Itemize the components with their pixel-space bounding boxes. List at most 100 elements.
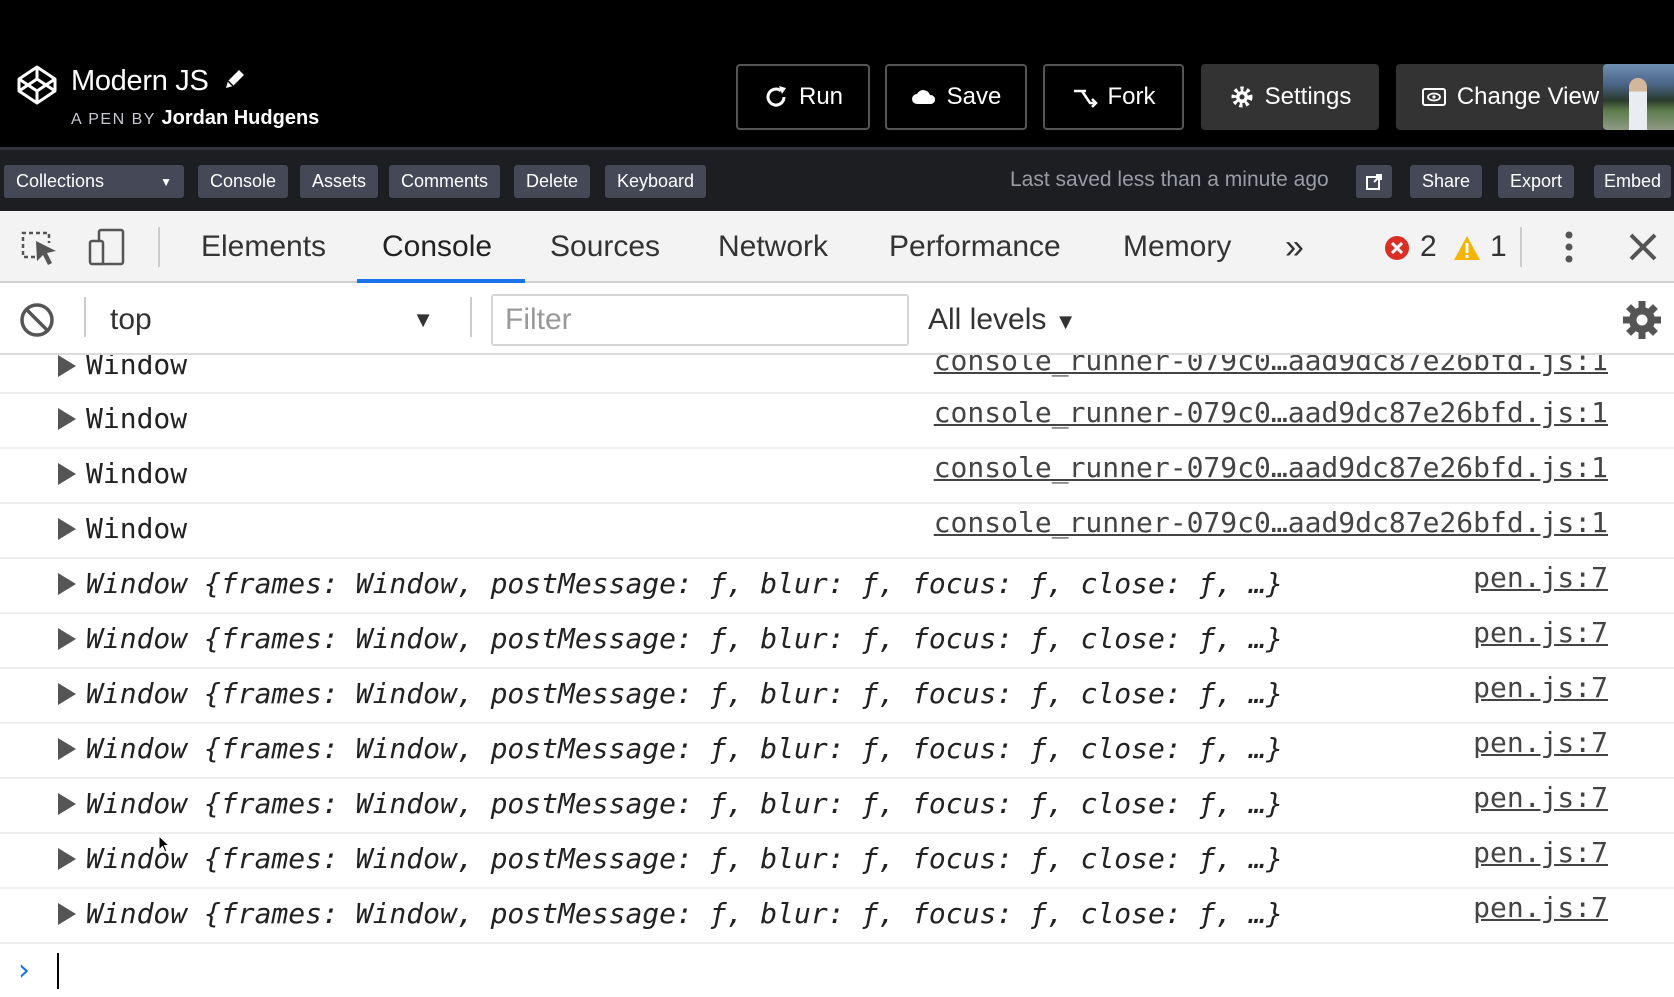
change-view-button[interactable]: Change View	[1396, 64, 1624, 130]
console-message[interactable]: Window {frames: Window, postMessage: ƒ, …	[0, 889, 1674, 944]
embed-button[interactable]: Embed	[1594, 165, 1672, 198]
tab-memory[interactable]: Memory	[1123, 211, 1231, 283]
change-view-label: Change View	[1456, 83, 1600, 110]
pen-title[interactable]: Modern JS	[71, 63, 248, 99]
toolbar-divider	[158, 227, 160, 267]
keyboard-button[interactable]: Keyboard	[605, 165, 707, 198]
pencil-icon[interactable]	[222, 66, 248, 92]
expand-triangle-icon[interactable]	[58, 683, 76, 705]
kebab-menu-icon[interactable]	[1549, 227, 1589, 267]
expand-triangle-icon[interactable]	[58, 903, 76, 925]
message-source-link[interactable]: pen.js:7	[1473, 561, 1608, 594]
save-button[interactable]: Save	[885, 64, 1027, 130]
message-text: Window {frames: Window, postMessage: ƒ, …	[86, 842, 1283, 875]
expand-triangle-icon[interactable]	[58, 355, 76, 377]
message-text: Window	[86, 355, 188, 381]
console-message[interactable]: Window console_runner-079c0…aad9dc87e26b…	[0, 449, 1674, 504]
message-source-link[interactable]: pen.js:7	[1473, 616, 1608, 649]
delete-button[interactable]: Delete	[514, 165, 591, 198]
console-message[interactable]: Window {frames: Window, postMessage: ƒ, …	[0, 614, 1674, 669]
device-toggle-icon[interactable]	[87, 227, 127, 267]
warning-icon[interactable]	[1453, 234, 1481, 262]
console-button[interactable]: Console	[198, 165, 289, 198]
expand-triangle-icon[interactable]	[58, 408, 76, 430]
fork-button[interactable]: Fork	[1043, 64, 1184, 130]
codepen-logo-icon[interactable]	[16, 64, 58, 106]
message-text: Window	[86, 512, 188, 545]
run-label: Run	[798, 83, 844, 110]
context-select[interactable]: top ▼	[94, 295, 454, 345]
error-count[interactable]: 2	[1420, 211, 1437, 283]
error-icon[interactable]	[1384, 235, 1410, 261]
message-text: Window {frames: Window, postMessage: ƒ, …	[86, 567, 1283, 600]
author-link[interactable]: Jordan Hudgens	[161, 107, 319, 129]
expand-triangle-icon[interactable]	[58, 518, 76, 540]
message-source-link[interactable]: pen.js:7	[1473, 836, 1608, 869]
avatar[interactable]	[1603, 64, 1674, 130]
pen-title-text: Modern JS	[71, 65, 209, 97]
eye-window-icon	[1421, 88, 1446, 106]
console-message[interactable]: Window {frames: Window, postMessage: ƒ, …	[0, 724, 1674, 779]
open-external-button[interactable]	[1356, 165, 1392, 198]
console-message[interactable]: Window console_runner-079c0…aad9dc87e26b…	[0, 394, 1674, 449]
expand-triangle-icon[interactable]	[58, 848, 76, 870]
more-tabs-button[interactable]: »	[1285, 211, 1304, 283]
codepen-toolbar: Collections ▼ Console Assets Comments De…	[0, 147, 1674, 211]
message-source-link[interactable]: pen.js:7	[1473, 781, 1608, 814]
tab-elements[interactable]: Elements	[201, 211, 326, 283]
tab-performance[interactable]: Performance	[889, 211, 1061, 283]
pen-byline: A PEN BY Jordan Hudgens	[71, 106, 319, 132]
console-settings-icon[interactable]	[1622, 300, 1662, 340]
filter-input[interactable]	[491, 294, 909, 346]
toolbar-divider	[1520, 227, 1522, 267]
expand-triangle-icon[interactable]	[58, 793, 76, 815]
warning-count[interactable]: 1	[1490, 211, 1507, 283]
tab-sources[interactable]: Sources	[550, 211, 660, 283]
message-text: Window	[86, 402, 188, 435]
tab-console[interactable]: Console	[382, 211, 492, 283]
expand-triangle-icon[interactable]	[58, 463, 76, 485]
tab-network[interactable]: Network	[718, 211, 828, 283]
console-message[interactable]: Window console_runner-079c0…aad9dc87e26b…	[0, 504, 1674, 559]
message-text: Window {frames: Window, postMessage: ƒ, …	[86, 732, 1283, 765]
inspect-element-icon[interactable]	[19, 227, 59, 267]
mouse-pointer-icon	[158, 835, 170, 853]
export-button[interactable]: Export	[1498, 165, 1575, 198]
log-levels-select[interactable]: All levels ▼	[928, 295, 1077, 345]
message-source-link[interactable]: console_runner-079c0…aad9dc87e26bfd.js:1	[934, 506, 1608, 539]
saved-status: Last saved less than a minute ago	[1010, 168, 1329, 191]
settings-button[interactable]: Settings	[1201, 64, 1379, 130]
message-source-link[interactable]: console_runner-079c0…aad9dc87e26bfd.js:1	[934, 355, 1608, 377]
log-levels-value: All levels	[928, 303, 1047, 336]
console-message[interactable]: Window console_runner-079c0…aad9dc87e26b…	[0, 355, 1674, 394]
context-value: top	[110, 303, 152, 336]
console-message[interactable]: Window {frames: Window, postMessage: ƒ, …	[0, 669, 1674, 724]
assets-button[interactable]: Assets	[300, 165, 379, 198]
close-icon[interactable]	[1623, 227, 1663, 267]
expand-triangle-icon[interactable]	[58, 573, 76, 595]
message-text: Window {frames: Window, postMessage: ƒ, …	[86, 787, 1283, 820]
run-button[interactable]: Run	[736, 64, 870, 130]
collections-label: Collections	[16, 171, 105, 191]
message-source-link[interactable]: pen.js:7	[1473, 891, 1608, 924]
expand-triangle-icon[interactable]	[58, 628, 76, 650]
clear-console-icon[interactable]	[17, 300, 57, 340]
expand-triangle-icon[interactable]	[58, 738, 76, 760]
comments-button[interactable]: Comments	[389, 165, 501, 198]
console-prompt[interactable]: ›	[0, 945, 1674, 997]
console-message[interactable]: Window {frames: Window, postMessage: ƒ, …	[0, 834, 1674, 889]
message-source-link[interactable]: pen.js:7	[1473, 671, 1608, 704]
console-message[interactable]: Window {frames: Window, postMessage: ƒ, …	[0, 559, 1674, 614]
settings-label: Settings	[1264, 83, 1352, 110]
share-button[interactable]: Share	[1410, 165, 1483, 198]
fork-icon	[1073, 89, 1098, 108]
console-message[interactable]: Window {frames: Window, postMessage: ƒ, …	[0, 779, 1674, 834]
message-source-link[interactable]: console_runner-079c0…aad9dc87e26bfd.js:1	[934, 396, 1608, 429]
save-label: Save	[946, 83, 1002, 110]
message-source-link[interactable]: pen.js:7	[1473, 726, 1608, 759]
devtools-tabbar: Elements Console Sources Network Perform…	[0, 211, 1674, 283]
cloud-icon	[911, 90, 935, 104]
gear-icon	[1231, 86, 1253, 108]
collections-select[interactable]: Collections ▼	[4, 165, 184, 198]
message-source-link[interactable]: console_runner-079c0…aad9dc87e26bfd.js:1	[934, 451, 1608, 484]
